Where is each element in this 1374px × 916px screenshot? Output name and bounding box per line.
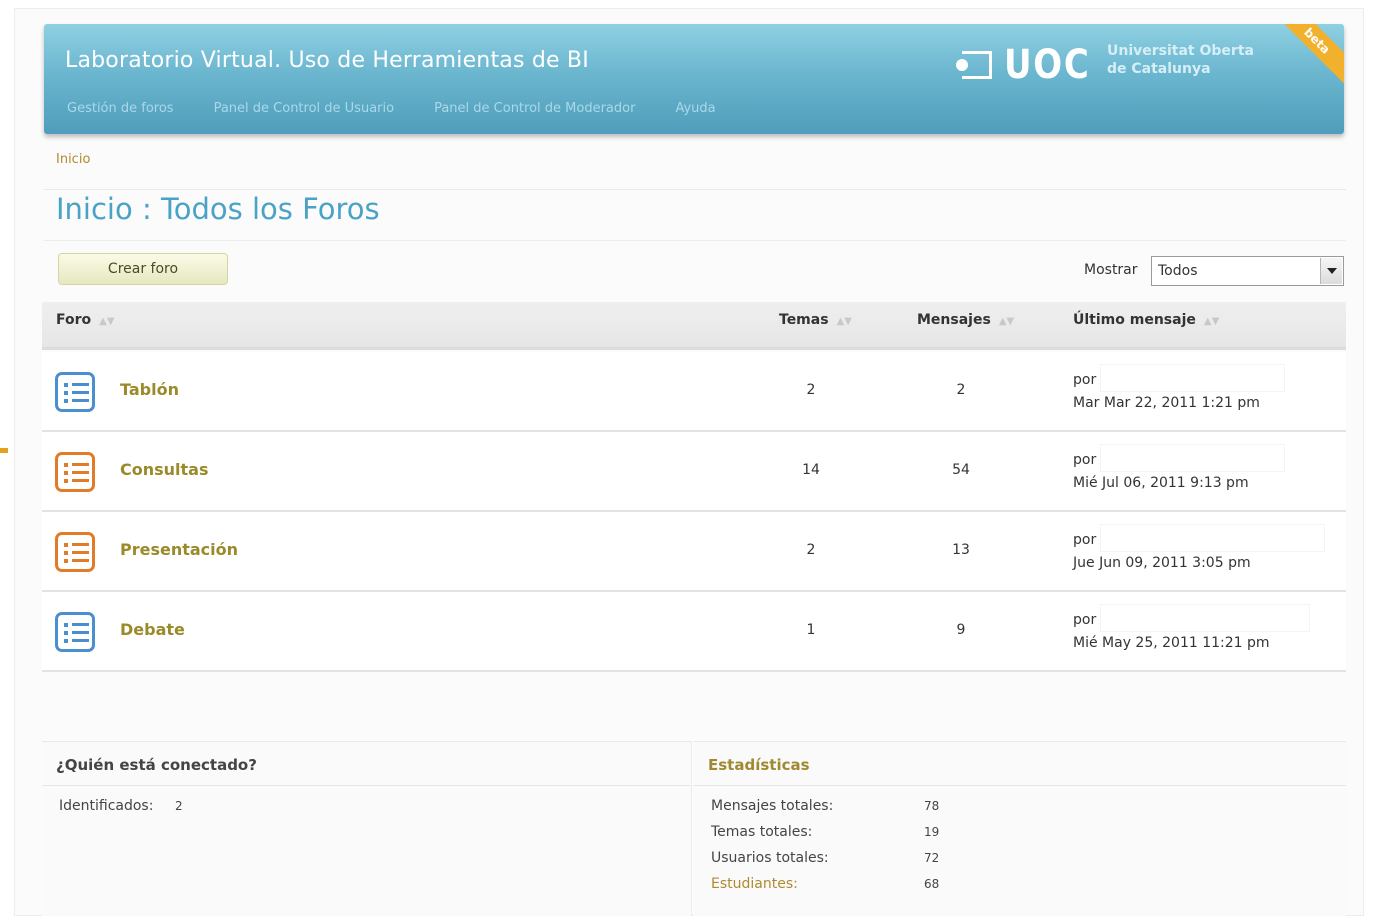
uoc-logo-text: UOC <box>1004 42 1091 88</box>
nav-panel-moderador[interactable]: Panel de Control de Moderador <box>434 101 635 116</box>
stats-panel: Estadísticas Mensajes totales: 78 Temas … <box>694 741 1346 916</box>
stat-estudiantes-link[interactable]: Estudiantes: <box>711 876 798 892</box>
forum-temas-count: 2 <box>806 382 816 398</box>
forum-temas-count: 1 <box>806 622 816 638</box>
stats-title: Estadísticas <box>708 756 810 774</box>
stat-temas-value: 19 <box>924 825 940 839</box>
forum-link[interactable]: Consultas <box>120 460 209 479</box>
list-icon[interactable] <box>55 612 95 652</box>
uoc-logo-subtitle-line2: de Catalunya <box>1107 61 1211 77</box>
list-icon[interactable] <box>55 452 95 492</box>
column-temas-label: Temas <box>779 312 829 328</box>
forum-mensajes-count: 2 <box>956 382 966 398</box>
forum-temas-count: 2 <box>806 542 816 558</box>
app-header: Laboratorio Virtual. Uso de Herramientas… <box>44 24 1344 134</box>
last-post-date: Mié Jul 06, 2011 9:13 pm <box>1073 475 1249 491</box>
forum-mensajes-count: 9 <box>956 622 966 638</box>
uoc-logo-subtitle: Universitat Oberta de Catalunya <box>1107 42 1254 78</box>
forum-row: Consultas 14 54 por Mié Jul 06, 2011 9:13 pm <box>42 432 1346 512</box>
divider <box>694 785 1346 786</box>
list-icon[interactable] <box>55 372 95 412</box>
sort-icon[interactable]: ▲▼ <box>1204 316 1219 327</box>
forum-mensajes-count: 13 <box>952 542 970 558</box>
forum-row: Presentación 2 13 por Jue Jun 09, 2011 3:05 … <box>42 512 1346 592</box>
list-icon[interactable] <box>55 532 95 572</box>
show-filter-select[interactable]: Todos <box>1151 256 1344 286</box>
last-post-date: Jue Jun 09, 2011 3:05 pm <box>1073 555 1251 571</box>
redacted-author <box>1100 364 1285 392</box>
sort-icon[interactable]: ▲▼ <box>99 316 114 327</box>
last-post-date: Mar Mar 22, 2011 1:21 pm <box>1073 395 1260 411</box>
main-nav: Gestión de foros Panel de Control de Usu… <box>67 101 716 116</box>
stat-mensajes-label: Mensajes totales: <box>711 798 834 814</box>
column-ultimo-mensaje[interactable]: Último mensaje ▲▼ <box>1073 312 1219 328</box>
who-online-title: ¿Quién está conectado? <box>56 756 257 774</box>
column-foro-label: Foro <box>56 312 92 328</box>
last-post-author-label: por <box>1073 532 1097 548</box>
forum-link[interactable]: Debate <box>120 620 185 639</box>
column-temas[interactable]: Temas ▲▼ <box>779 312 852 328</box>
column-ultimo-mensaje-label: Último mensaje <box>1073 312 1196 328</box>
forum-temas-count: 14 <box>802 462 820 478</box>
nav-gestion-foros[interactable]: Gestión de foros <box>67 101 174 116</box>
divider <box>42 785 691 786</box>
chevron-down-icon[interactable] <box>1320 258 1342 284</box>
uoc-logo-subtitle-line1: Universitat Oberta <box>1107 43 1254 59</box>
breadcrumb-inicio[interactable]: Inicio <box>56 152 90 167</box>
sort-icon[interactable]: ▲▼ <box>837 316 852 327</box>
forum-mensajes-count: 54 <box>952 462 970 478</box>
uoc-logo: UOC <box>956 42 1106 88</box>
redacted-author <box>1100 524 1325 552</box>
column-foro[interactable]: Foro ▲▼ <box>56 312 115 328</box>
sort-icon[interactable]: ▲▼ <box>999 316 1014 327</box>
last-post-author-label: por <box>1073 612 1097 628</box>
uoc-logo-icon <box>956 49 992 81</box>
stat-temas-label: Temas totales: <box>711 824 813 840</box>
stat-mensajes-value: 78 <box>924 799 940 813</box>
identified-label: Identificados: <box>59 798 154 814</box>
show-filter-value: Todos <box>1158 263 1198 279</box>
column-mensajes[interactable]: Mensajes ▲▼ <box>917 312 1014 328</box>
forum-row: Debate 1 9 por Mié May 25, 2011 11:21 pm <box>42 592 1346 672</box>
stat-estudiantes-value: 68 <box>924 877 940 891</box>
last-post-author-label: por <box>1073 452 1097 468</box>
page-title: Inicio : Todos los Foros <box>56 192 380 226</box>
last-post-author-label: por <box>1073 372 1097 388</box>
stat-usuarios-label: Usuarios totales: <box>711 850 829 866</box>
identified-value: 2 <box>175 799 183 813</box>
last-post-date: Mié May 25, 2011 11:21 pm <box>1073 635 1270 651</box>
divider <box>44 189 1346 190</box>
app-title: Laboratorio Virtual. Uso de Herramientas… <box>65 48 589 73</box>
forum-table-header: Foro ▲▼ Temas ▲▼ Mensajes ▲▼ Último mensaje… <box>42 302 1346 350</box>
forum-row: Tablón 2 2 por Mar Mar 22, 2011 1:21 pm <box>42 352 1346 432</box>
who-online-panel: ¿Quién está conectado? Identificados: 2 <box>42 741 692 916</box>
redacted-author <box>1100 604 1310 632</box>
show-filter-label: Mostrar <box>1084 262 1138 278</box>
create-forum-button[interactable]: Crear foro <box>58 253 228 285</box>
redacted-author <box>1100 444 1285 472</box>
divider <box>44 240 1346 241</box>
forum-link[interactable]: Tablón <box>120 380 179 399</box>
beta-ribbon: beta <box>1270 24 1344 88</box>
stat-usuarios-value: 72 <box>924 851 940 865</box>
nav-ayuda[interactable]: Ayuda <box>675 101 715 116</box>
left-edge-marker <box>0 448 8 453</box>
forum-link[interactable]: Presentación <box>120 540 238 559</box>
nav-panel-usuario[interactable]: Panel de Control de Usuario <box>214 101 395 116</box>
column-mensajes-label: Mensajes <box>917 312 991 328</box>
